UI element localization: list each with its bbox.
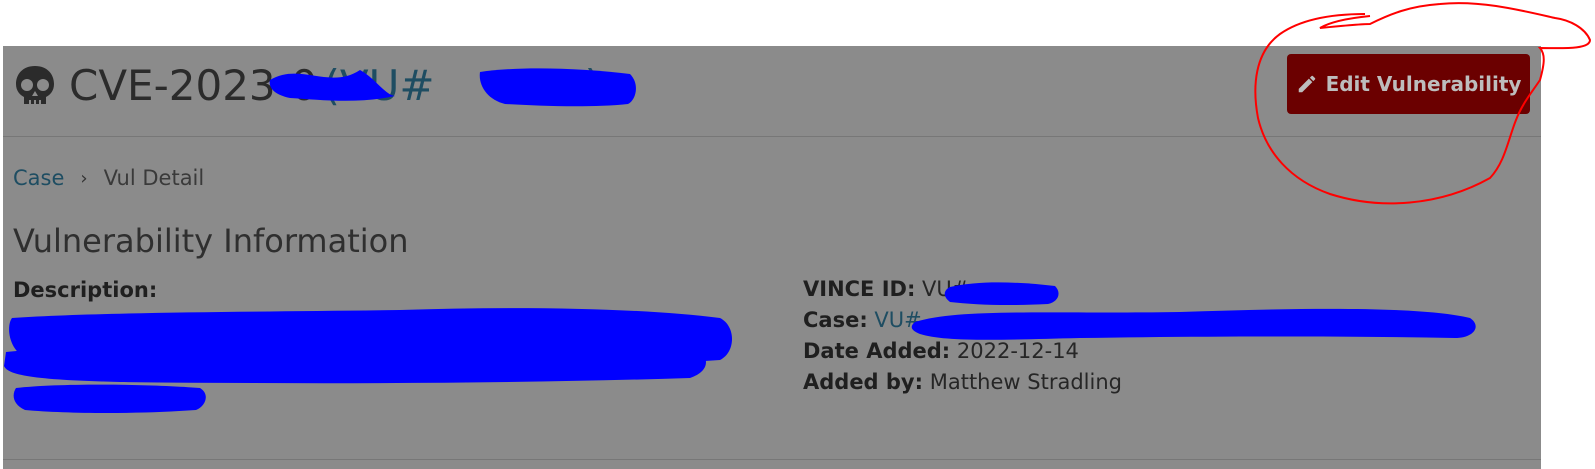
date-added-value: 2022-12-14 bbox=[956, 339, 1079, 363]
vince-id-row: VINCE ID: VU# bbox=[803, 274, 1122, 305]
section-heading: Vulnerability Information bbox=[13, 222, 409, 260]
breadcrumb-separator: › bbox=[80, 167, 88, 189]
pencil-icon bbox=[1298, 75, 1315, 93]
added-by-value: Matthew Stradling bbox=[929, 370, 1122, 394]
vu-close: ) bbox=[584, 61, 601, 110]
vu-link[interactable]: (VU#) bbox=[324, 60, 601, 112]
edit-vulnerability-button[interactable]: Edit Vulnerability bbox=[1287, 54, 1530, 114]
skull-icon bbox=[16, 66, 54, 104]
case-label: Case: bbox=[803, 308, 868, 332]
metadata-list: VINCE ID: VU# Case: VU# Date Added: 2022… bbox=[803, 274, 1122, 398]
breadcrumb: Case › Vul Detail bbox=[13, 166, 204, 190]
breadcrumb-case[interactable]: Case bbox=[13, 166, 64, 190]
bottom-divider bbox=[3, 459, 1541, 460]
description-label: Description: bbox=[13, 278, 158, 302]
page-title: CVE-2023-0 (VU#) bbox=[13, 60, 601, 112]
added-by-row: Added by: Matthew Stradling bbox=[803, 367, 1122, 398]
vu-prefix: (VU# bbox=[323, 61, 435, 110]
edit-button-label: Edit Vulnerability bbox=[1325, 72, 1522, 96]
date-added-label: Date Added: bbox=[803, 339, 951, 363]
breadcrumb-vul-detail: Vul Detail bbox=[103, 166, 205, 190]
date-added-row: Date Added: 2022-12-14 bbox=[803, 336, 1122, 367]
vince-id-value: VU# bbox=[922, 277, 970, 301]
case-row: Case: VU# bbox=[803, 305, 1122, 336]
vince-id-label: VINCE ID: bbox=[803, 277, 916, 301]
added-by-label: Added by: bbox=[803, 370, 924, 394]
page-header: CVE-2023-0 (VU#) Edit Vulnerability bbox=[3, 46, 1541, 137]
case-link[interactable]: VU# bbox=[874, 308, 921, 332]
cve-id: CVE-2023-0 bbox=[69, 61, 318, 110]
vulnerability-panel: CVE-2023-0 (VU#) Edit Vulnerability Case… bbox=[3, 46, 1541, 469]
